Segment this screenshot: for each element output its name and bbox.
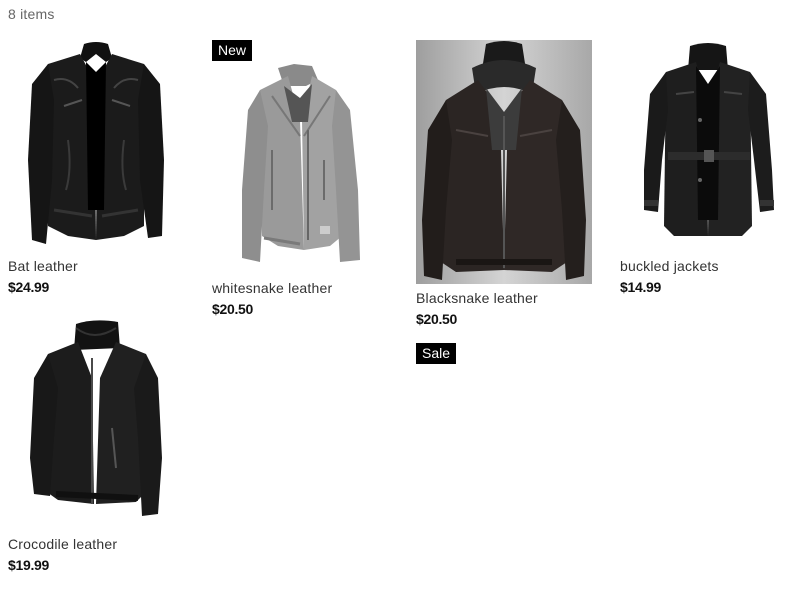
jacket-image: [644, 43, 774, 236]
product-price: $20.50: [212, 301, 254, 317]
new-badge: New: [212, 40, 253, 61]
product-price: $14.99: [620, 279, 662, 295]
product-image[interactable]: [416, 40, 592, 284]
product-name[interactable]: Blacksnake leather: [416, 290, 594, 306]
product-card[interactable]: Crocodile leather $19.99: [8, 318, 186, 573]
product-price: $19.99: [8, 557, 50, 573]
jacket-image: [416, 40, 592, 284]
jacket-image: [28, 42, 164, 244]
item-count: 8 items: [8, 6, 55, 22]
product-name[interactable]: whitesnake leather: [212, 280, 390, 296]
product-image[interactable]: [8, 40, 184, 252]
jacket-image: [30, 320, 162, 516]
product-card[interactable]: Bat leather $24.99: [8, 40, 186, 295]
product-name[interactable]: buckled jackets: [620, 258, 798, 274]
product-image[interactable]: [620, 40, 796, 252]
jacket-image: [242, 64, 360, 262]
product-name[interactable]: Bat leather: [8, 258, 186, 274]
sale-badge: Sale: [416, 343, 457, 364]
product-price: $20.50: [416, 311, 458, 327]
product-card[interactable]: New whitesnake leather $20.50: [212, 40, 390, 317]
product-price: $24.99: [8, 279, 50, 295]
product-name[interactable]: Crocodile leather: [8, 536, 186, 552]
product-card[interactable]: Blacksnake leather $20.50 Sale: [416, 40, 594, 364]
product-image[interactable]: [8, 318, 184, 530]
product-listing-page: 8 items Bat leather $24.99 New whitesnak…: [0, 0, 800, 600]
product-card[interactable]: buckled jackets $14.99: [620, 40, 798, 295]
product-image[interactable]: [212, 40, 388, 274]
